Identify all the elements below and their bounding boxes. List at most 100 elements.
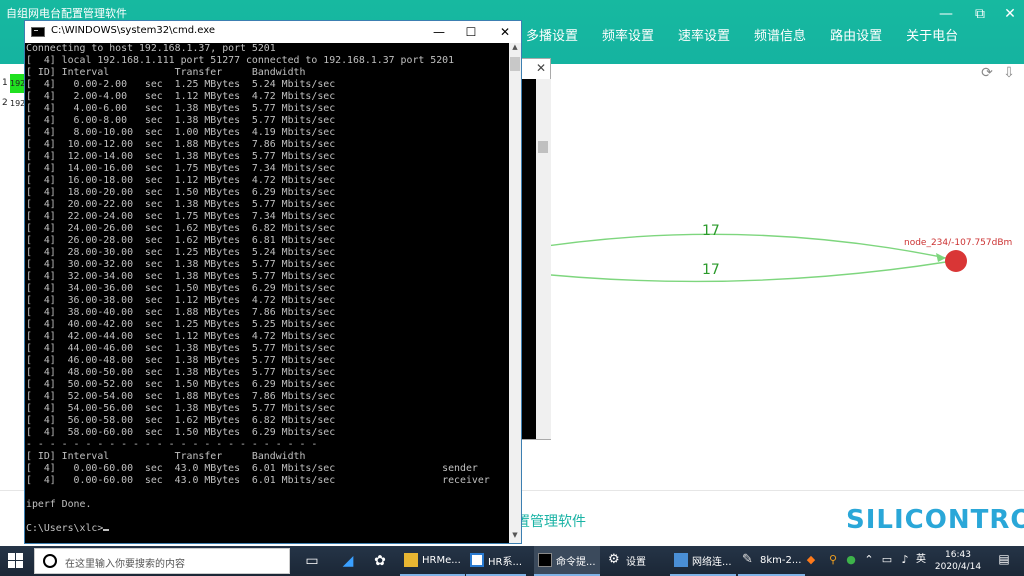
console-line: [ 4] 56.00-58.00 sec 1.62 MBytes 6.82 Mb… — [26, 415, 336, 426]
paint-icon: ✎ — [742, 552, 753, 567]
console-line: [ 4] 18.00-20.00 sec 1.50 MBytes 6.29 Mb… — [26, 187, 336, 198]
console-line: [ ID] Interval Transfer Bandwidth — [26, 67, 306, 78]
scroll-up-icon[interactable]: ▲ — [509, 43, 521, 55]
cmd-icon — [31, 27, 45, 37]
console-line: C:\Users\xlc> — [26, 523, 509, 535]
taskbar-app-label: 设置 — [626, 556, 646, 568]
link-label: 17 — [702, 223, 720, 239]
text-cursor — [103, 529, 110, 531]
console-line: [ 4] 16.00-18.00 sec 1.12 MBytes 4.72 Mb… — [26, 175, 336, 186]
brand-logo: SILICONTROL — [846, 505, 1024, 535]
footer-text: 置管理软件 — [516, 514, 586, 530]
cmd-window: C:\WINDOWS\system32\cmd.exe — ☐ ✕ Connec… — [24, 20, 522, 544]
console-line: [ 4] 38.00-40.00 sec 1.88 MBytes 7.86 Mb… — [26, 307, 336, 318]
console-line: [ 4] 4.00-6.00 sec 1.38 MBytes 5.77 Mbit… — [26, 103, 336, 114]
node-label: node_234/-107.757dBm — [904, 238, 1013, 248]
cmd-icon — [538, 553, 552, 567]
search-icon[interactable]: ⚲ — [826, 553, 840, 567]
taskbar-app-label: 8km-2... — [760, 554, 802, 566]
taskbar-app-8km[interactable]: ✎ 8km-2... — [738, 546, 806, 576]
link-label: 17 — [702, 262, 720, 278]
console-line: [ 4] 42.00-44.00 sec 1.12 MBytes 4.72 Mb… — [26, 331, 336, 342]
clock-time: 16:43 — [945, 550, 971, 560]
console-line: [ 4] 44.00-46.00 sec 1.38 MBytes 5.77 Mb… — [26, 343, 336, 354]
close-icon[interactable]: ✕ — [491, 22, 519, 42]
topology-node[interactable] — [945, 250, 967, 272]
console-line: [ 4] 40.00-42.00 sec 1.25 MBytes 5.25 Mb… — [26, 319, 336, 330]
app-window-icon — [470, 553, 484, 567]
console-line: [ 4] 22.00-24.00 sec 1.75 MBytes 7.34 Mb… — [26, 211, 336, 222]
tray-app-icon[interactable]: ◆ — [804, 553, 818, 567]
console-line: [ 4] 50.00-52.00 sec 1.50 MBytes 6.29 Mb… — [26, 379, 336, 390]
minimize-icon[interactable]: — — [425, 22, 453, 42]
scrollbar[interactable] — [536, 79, 551, 439]
ime-indicator[interactable]: 英 — [914, 553, 928, 567]
close-icon[interactable]: ✕ — [536, 61, 546, 75]
console-line: [ 4] 8.00-10.00 sec 1.00 MBytes 4.19 Mbi… — [26, 127, 336, 138]
windows-start-icon[interactable] — [8, 553, 24, 569]
taskbar-search[interactable]: 在这里输入你要搜索的内容 — [34, 548, 290, 574]
console-line: [ 4] 6.00-8.00 sec 1.38 MBytes 5.77 Mbit… — [26, 115, 336, 126]
console-line: [ 4] 12.00-14.00 sec 1.38 MBytes 5.77 Mb… — [26, 151, 336, 162]
console-line: [ ID] Interval Transfer Bandwidth — [26, 451, 306, 462]
console-line: [ 4] 0.00-2.00 sec 1.25 MBytes 5.24 Mbit… — [26, 79, 336, 90]
console-line: [ 4] 0.00-60.00 sec 43.0 MBytes 6.01 Mbi… — [26, 463, 478, 474]
task-view-icon[interactable]: ▭ — [302, 551, 322, 571]
taskbar-app-network[interactable]: 网络连... — [670, 546, 736, 576]
maximize-icon[interactable]: ☐ — [457, 22, 485, 42]
edge-icon[interactable]: ◢ — [338, 551, 358, 571]
cmd-titlebar[interactable]: C:\WINDOWS\system32\cmd.exe — ☐ ✕ — [25, 21, 521, 43]
console-line: [ 4] 52.00-54.00 sec 1.88 MBytes 7.86 Mb… — [26, 391, 336, 402]
console-line: Connecting to host 192.168.1.37, port 52… — [26, 43, 276, 54]
console-line: [ 4] 30.00-32.00 sec 1.38 MBytes 5.77 Mb… — [26, 259, 336, 270]
console-line: [ 4] 10.00-12.00 sec 1.88 MBytes 7.86 Mb… — [26, 139, 336, 150]
console-line: iperf Done. — [26, 499, 92, 510]
scrollbar[interactable]: ▲ ▼ — [509, 43, 521, 543]
network-icon — [674, 553, 688, 567]
search-placeholder: 在这里输入你要搜索的内容 — [65, 559, 185, 570]
console-line: [ 4] 20.00-22.00 sec 1.38 MBytes 5.77 Mb… — [26, 199, 336, 210]
taskbar-app-hrme[interactable]: HRMe... — [400, 546, 465, 576]
cmd-title: C:\WINDOWS\system32\cmd.exe — [51, 25, 215, 36]
console-line: [ 4] 26.00-28.00 sec 1.62 MBytes 6.81 Mb… — [26, 235, 336, 246]
console-output[interactable]: Connecting to host 192.168.1.37, port 52… — [25, 43, 509, 543]
tool-app-icon[interactable]: ✿ — [370, 551, 390, 571]
notification-icon[interactable]: ▤ — [996, 552, 1012, 568]
console-line: [ 4] 48.00-50.00 sec 1.38 MBytes 5.77 Mb… — [26, 367, 336, 378]
clock[interactable]: 16:43 2020/4/14 — [930, 549, 986, 573]
cortana-icon — [43, 554, 57, 568]
console-line: [ 4] 46.00-48.00 sec 1.38 MBytes 5.77 Mb… — [26, 355, 336, 366]
console-line: [ 4] 36.00-38.00 sec 1.12 MBytes 4.72 Mb… — [26, 295, 336, 306]
console-line: [ 4] 32.00-34.00 sec 1.38 MBytes 5.77 Mb… — [26, 271, 336, 282]
taskbar-app-cmd[interactable]: 命令提... — [534, 546, 600, 576]
console-line: [ 4] 24.00-26.00 sec 1.62 MBytes 6.82 Mb… — [26, 223, 336, 234]
console-line: [ 4] 34.00-36.00 sec 1.50 MBytes 6.29 Mb… — [26, 283, 336, 294]
battery-icon[interactable]: ▭ — [880, 553, 894, 567]
scrollbar-thumb[interactable] — [538, 141, 548, 153]
topology-link — [519, 261, 947, 283]
topology-link — [519, 233, 947, 259]
console-line: - - - - - - - - - - - - - - - - - - - - … — [26, 439, 318, 450]
browser-icon[interactable]: ● — [844, 553, 858, 567]
console-line: [ 4] 14.00-16.00 sec 1.75 MBytes 7.34 Mb… — [26, 163, 336, 174]
scrollbar-thumb[interactable] — [510, 57, 520, 71]
console-line: [ 4] 2.00-4.00 sec 1.12 MBytes 4.72 Mbit… — [26, 91, 336, 102]
taskbar-app-label: HR系... — [488, 556, 523, 568]
link-arrow-icon — [936, 253, 946, 262]
scroll-down-icon[interactable]: ▼ — [509, 531, 521, 543]
volume-icon[interactable]: ♪ — [898, 553, 912, 567]
chevron-up-icon[interactable]: ⌃ — [862, 553, 876, 567]
taskbar-app-settings[interactable]: ⚙ 设置 — [604, 546, 650, 576]
console-line: [ 4] 54.00-56.00 sec 1.38 MBytes 5.77 Mb… — [26, 403, 336, 414]
taskbar-app-label: 命令提... — [556, 556, 596, 568]
taskbar: 在这里输入你要搜索的内容 ▭ ◢ ✿ HRMe... HR系... 命令提...… — [0, 546, 1024, 576]
taskbar-app-label: HRMe... — [422, 554, 461, 566]
taskbar-app-label: 网络连... — [692, 556, 732, 568]
gear-icon: ⚙ — [608, 552, 620, 567]
taskbar-app-hr[interactable]: HR系... — [466, 546, 527, 576]
console-line: [ 4] 0.00-60.00 sec 43.0 MBytes 6.01 Mbi… — [26, 475, 490, 486]
console-line: [ 4] 58.00-60.00 sec 1.50 MBytes 6.29 Mb… — [26, 427, 336, 438]
console-line: [ 4] local 192.168.1.111 port 51277 conn… — [26, 55, 455, 66]
